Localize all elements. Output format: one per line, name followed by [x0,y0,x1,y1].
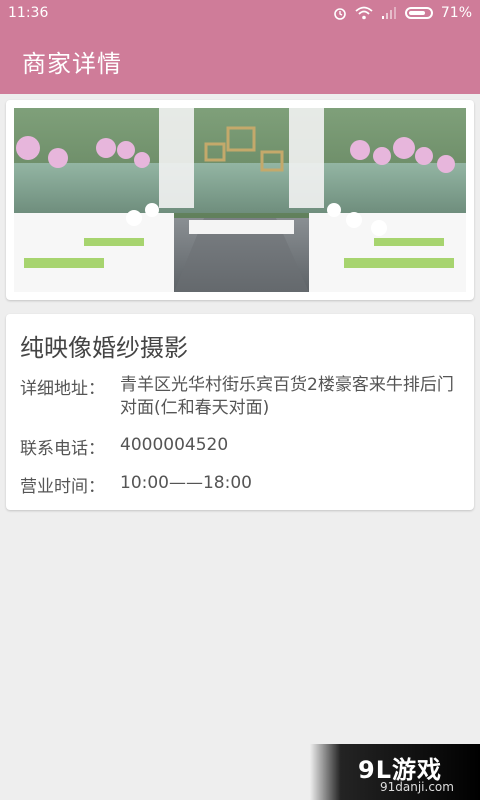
battery-icon [404,7,433,19]
wifi-icon [355,6,373,20]
site-watermark: 9L游戏 91danji.com [310,744,480,800]
hours-row: 营业时间： 10:00——18:00 [20,472,460,497]
watermark-site: 91danji.com [380,780,454,794]
page-title: 商家详情 [22,50,122,78]
phone-value[interactable]: 4000004520 [120,434,460,457]
address-value: 青羊区光华村街乐宾百货2楼豪客来牛排后门对面(仁和春天对面) [120,375,454,418]
hours-value: 10:00——18:00 [120,473,252,493]
app-bar: 商家详情 [0,26,480,94]
address-row: 详细地址： 青羊区光华村街乐宾百货2楼豪客来牛排后门对面(仁和春天对面) [20,374,460,424]
battery-percent: 71% [440,5,472,21]
phone-label: 联系电话： [20,439,105,459]
alarm-icon [334,8,346,20]
status-bar: 11:36 71% [0,0,480,26]
phone-row[interactable]: 联系电话： 4000004520 [20,434,460,459]
address-label: 详细地址： [20,379,105,399]
signal-icon [381,7,396,19]
status-time: 11:36 [8,5,49,21]
store-name: 纯映像婚纱摄影 [20,334,188,362]
store-info-card: 纯映像婚纱摄影 详细地址： 青羊区光华村街乐宾百货2楼豪客来牛排后门对面(仁和春… [6,314,474,510]
store-image-card [6,100,474,300]
status-icons: 71% [333,0,472,26]
wedding-venue-photo [14,108,466,292]
hours-label: 营业时间： [20,477,105,497]
